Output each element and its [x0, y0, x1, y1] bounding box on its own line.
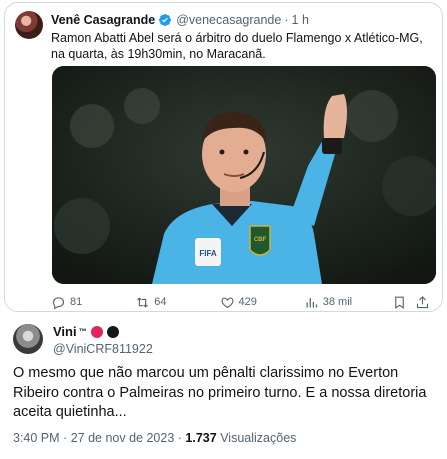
- bookmark-button[interactable]: [392, 295, 416, 310]
- reply-button[interactable]: 81: [51, 295, 135, 310]
- referee-photo-illustration: FIFA CBF: [52, 66, 436, 284]
- quoted-author-name[interactable]: Venê Casagrande: [51, 13, 155, 27]
- fifa-badge-text: FIFA: [199, 249, 217, 258]
- reply-views-count: 1.737: [185, 431, 217, 445]
- like-count: 429: [238, 296, 257, 308]
- share-icon: [417, 295, 429, 308]
- quoted-tweet-header: Venê Casagrande @venecasagrande · 1 h: [51, 13, 309, 27]
- reply-author-avatar[interactable]: [13, 324, 43, 354]
- quoted-author-avatar[interactable]: [15, 11, 43, 39]
- share-button[interactable]: [415, 295, 435, 310]
- quoted-tweet-time[interactable]: 1 h: [292, 13, 309, 27]
- trademark-mark: ™: [78, 327, 87, 336]
- header-separator: ·: [284, 13, 289, 27]
- quoted-author-handle[interactable]: @venecasagrande: [176, 13, 281, 27]
- reply-icon: [52, 296, 65, 309]
- views-count: 38 mil: [322, 296, 353, 308]
- bar-chart-icon: [306, 297, 317, 307]
- quoted-tweet-actions: 81 64 429 38 mil: [51, 292, 435, 311]
- meta-separator-2: ·: [177, 431, 182, 445]
- reply-count: 81: [70, 296, 83, 308]
- quoted-tweet-text: Ramon Abatti Abel será o árbitro do duel…: [51, 31, 423, 61]
- black-circle-emoji-icon: [106, 325, 119, 338]
- reply-date[interactable]: 27 de nov de 2023: [71, 431, 175, 445]
- reply-author-handle[interactable]: @ViniCRF811922: [53, 342, 153, 356]
- reply-tweet-meta: 3:40 PM · 27 de nov de 2023 · 1.737 Visu…: [13, 431, 296, 445]
- quoted-tweet-card[interactable]: Venê Casagrande @venecasagrande · 1 h Ra…: [4, 2, 443, 312]
- quoted-tweet-photo[interactable]: FIFA CBF: [52, 66, 436, 284]
- reply-views-label: Visualizações: [220, 431, 297, 445]
- reply-author-name[interactable]: Vini: [53, 324, 77, 339]
- meta-separator-1: ·: [63, 431, 68, 445]
- retweet-button[interactable]: 64: [135, 295, 219, 310]
- red-circle-emoji-icon: [90, 325, 103, 338]
- reply-author-name-row[interactable]: Vini ™: [53, 324, 119, 339]
- verified-badge-icon: [159, 14, 172, 26]
- bookmark-icon: [395, 296, 404, 309]
- like-button[interactable]: 429: [220, 295, 304, 310]
- reply-tweet-text: O mesmo que não marcou um pênalti claris…: [13, 365, 427, 420]
- cbf-badge-text: CBF: [254, 237, 267, 243]
- heart-icon: [220, 297, 234, 308]
- retweet-icon: [137, 296, 149, 308]
- retweet-count: 64: [154, 296, 167, 308]
- reply-time[interactable]: 3:40 PM: [13, 431, 60, 445]
- wristband: [322, 138, 342, 154]
- views-button[interactable]: 38 mil: [304, 295, 392, 310]
